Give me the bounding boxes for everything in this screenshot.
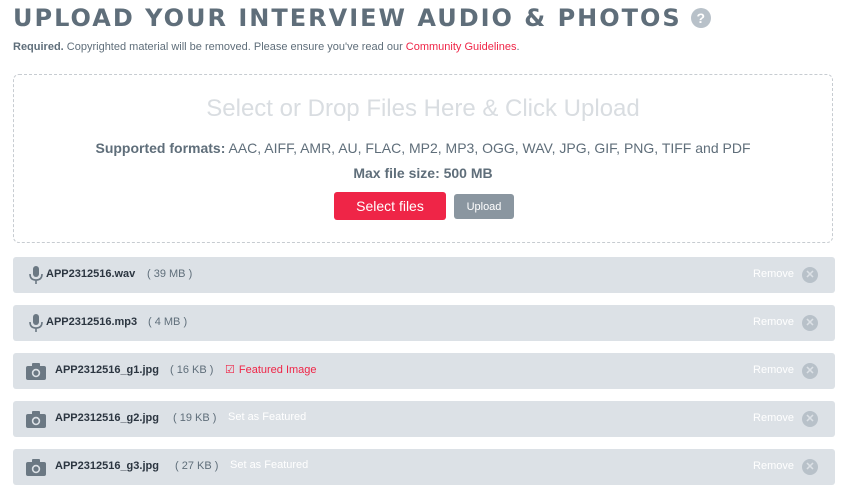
- required-label: Required.: [13, 41, 64, 53]
- remove-icon[interactable]: ✕: [802, 459, 818, 475]
- upload-button[interactable]: Upload: [454, 194, 514, 219]
- file-size: ( 39 MB ): [147, 268, 193, 280]
- formats-value: AAC, AIFF, AMR, AU, FLAC, MP2, MP3, OGG,…: [225, 140, 751, 156]
- remove-icon[interactable]: ✕: [802, 411, 818, 427]
- file-name: APP2312516.wav: [46, 268, 136, 280]
- file-name: APP2312516.mp3: [46, 316, 138, 328]
- notice-end: .: [516, 41, 520, 53]
- set-featured-button[interactable]: Set as Featured: [228, 411, 306, 423]
- select-files-button[interactable]: Select files: [334, 192, 446, 220]
- remove-icon[interactable]: ✕: [802, 267, 818, 283]
- file-size: ( 19 KB ): [173, 412, 217, 424]
- microphone-icon: [29, 314, 43, 332]
- required-notice: Required. Copyrighted material will be r…: [13, 41, 520, 53]
- community-guidelines-link[interactable]: Community Guidelines: [406, 41, 517, 53]
- remove-button[interactable]: Remove: [753, 364, 794, 376]
- file-row: APP2312516_g3.jpg ( 27 KB ) Set as Featu…: [13, 449, 835, 485]
- file-size: ( 4 MB ): [148, 316, 188, 328]
- page-title: UPLOAD YOUR INTERVIEW AUDIO & PHOTOS: [13, 4, 682, 32]
- featured-label: Featured Image: [238, 363, 317, 376]
- file-name: APP2312516_g2.jpg: [55, 412, 159, 424]
- remove-icon[interactable]: ✕: [802, 363, 818, 379]
- remove-button[interactable]: Remove: [753, 316, 794, 328]
- checkbox-checked-icon: ☑: [225, 364, 235, 376]
- file-size: ( 27 KB ): [175, 460, 219, 472]
- camera-icon: [26, 363, 46, 380]
- page-header: UPLOAD YOUR INTERVIEW AUDIO & PHOTOS ?: [13, 4, 711, 32]
- max-file-size: Max file size: 500 MB: [353, 165, 493, 181]
- file-row: APP2312516_g2.jpg ( 19 KB ) Set as Featu…: [13, 401, 835, 437]
- formats-label: Supported formats:: [95, 140, 226, 156]
- set-featured-button[interactable]: Set as Featured: [230, 459, 308, 471]
- camera-icon: [26, 411, 46, 428]
- file-dropzone[interactable]: Select or Drop Files Here & Click Upload…: [13, 74, 833, 243]
- remove-button[interactable]: Remove: [753, 412, 794, 424]
- file-name: APP2312516_g1.jpg: [55, 364, 159, 376]
- remove-button[interactable]: Remove: [753, 460, 794, 472]
- microphone-icon: [29, 266, 43, 284]
- file-row: APP2312516_g1.jpg ( 16 KB ) ☑ Featured I…: [13, 353, 835, 389]
- remove-button[interactable]: Remove: [753, 268, 794, 280]
- dropzone-title: Select or Drop Files Here & Click Upload: [206, 95, 640, 122]
- notice-text: Copyrighted material will be removed. Pl…: [63, 41, 406, 53]
- file-row: APP2312516.wav ( 39 MB ) Remove ✕: [13, 257, 835, 293]
- camera-icon: [26, 459, 46, 476]
- featured-image-badge[interactable]: ☑ Featured Image: [225, 363, 317, 377]
- help-icon[interactable]: ?: [690, 8, 711, 28]
- supported-formats: Supported formats: AAC, AIFF, AMR, AU, F…: [14, 140, 832, 156]
- file-name: APP2312516_g3.jpg: [55, 460, 159, 472]
- file-row: APP2312516.mp3 ( 4 MB ) Remove ✕: [13, 305, 835, 341]
- file-size: ( 16 KB ): [170, 364, 214, 376]
- remove-icon[interactable]: ✕: [802, 315, 818, 331]
